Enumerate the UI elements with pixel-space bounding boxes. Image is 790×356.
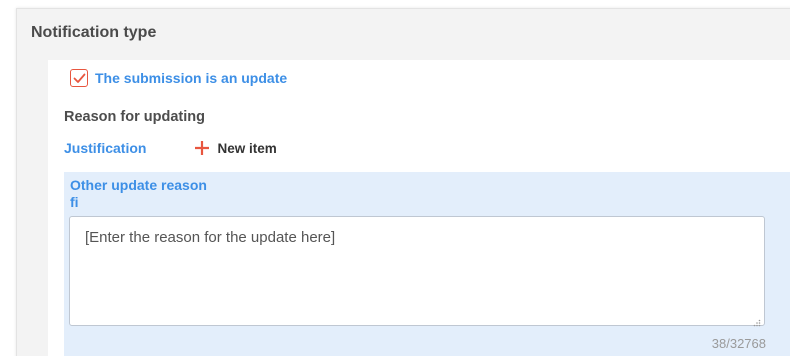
language-code-label: fi — [70, 194, 79, 210]
other-update-reason-title: Other update reason — [70, 177, 207, 193]
notification-type-panel: Notification type The submission is an u… — [16, 8, 790, 356]
checkmark-icon — [73, 73, 85, 83]
panel-content: The submission is an update Reason for u… — [48, 60, 790, 356]
other-update-reason-block: Other update reason fi [Enter the reason… — [64, 172, 790, 356]
justification-label: Justification — [64, 140, 147, 156]
update-checkbox-row[interactable]: The submission is an update — [70, 69, 287, 87]
character-counter: 38/32768 — [711, 336, 766, 351]
page: Notification type The submission is an u… — [0, 0, 790, 356]
new-item-button[interactable]: New item — [194, 140, 277, 156]
reason-textarea[interactable]: [Enter the reason for the update here] — [69, 216, 765, 327]
update-checkbox-label[interactable]: The submission is an update — [95, 70, 287, 86]
reason-for-updating-heading: Reason for updating — [64, 109, 205, 125]
plus-icon[interactable] — [194, 140, 210, 156]
reason-textarea-text[interactable]: [Enter the reason for the update here] — [85, 229, 335, 246]
justification-row: Justification New item — [64, 140, 277, 156]
new-item-label[interactable]: New item — [217, 141, 276, 156]
section-title: Notification type — [31, 24, 157, 41]
resize-handle-icon[interactable] — [753, 314, 761, 327]
update-checkbox[interactable] — [70, 69, 88, 87]
